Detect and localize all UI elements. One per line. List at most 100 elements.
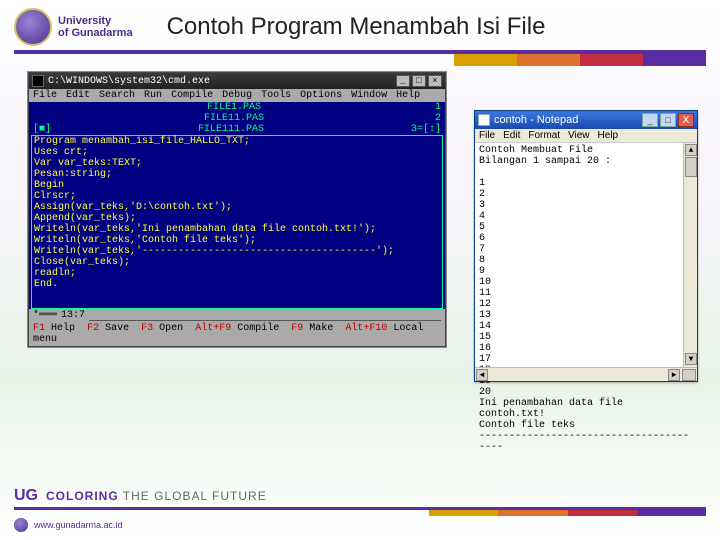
notepad-line: 1 — [479, 178, 693, 189]
footer-seal-icon — [14, 518, 28, 532]
menu-help[interactable]: Help — [396, 90, 420, 101]
menu-debug[interactable]: Debug — [222, 90, 252, 101]
menu-file[interactable]: File — [33, 90, 57, 101]
notepad-line: 13 — [479, 310, 693, 321]
notepad-line: 8 — [479, 255, 693, 266]
code-line: End. — [34, 279, 440, 290]
status-prefix: *═══ — [33, 310, 57, 321]
code-editor[interactable]: Program menambah_isi_file_HALLO_TXT; Use… — [31, 135, 443, 309]
close-button[interactable]: × — [428, 75, 442, 87]
uni-name-line1: University — [58, 15, 133, 27]
menu-search[interactable]: Search — [99, 90, 135, 101]
notepad-menu[interactable]: File Edit Format View Help — [475, 129, 697, 143]
notepad-line: 2 — [479, 189, 693, 200]
notepad-line: 3 — [479, 200, 693, 211]
footer-url: www.gunadarma.ac.id — [34, 520, 123, 530]
code-line: Append(var_teks); — [34, 213, 440, 224]
code-line: readln; — [34, 268, 440, 279]
scroll-thumb[interactable] — [685, 157, 697, 177]
code-line: Writeln(var_teks,'Contoh file teks'); — [34, 235, 440, 246]
np-minimize-button[interactable]: _ — [642, 113, 658, 127]
scroll-down-icon[interactable]: ▼ — [685, 353, 697, 365]
menu-run[interactable]: Run — [144, 90, 162, 101]
cmd-title: C:\WINDOWS\system32\cmd.exe — [48, 76, 394, 87]
notepad-line: 14 — [479, 321, 693, 332]
footer-tag-coloring: COLORING — [46, 489, 119, 503]
code-line: Clrscr; — [34, 191, 440, 202]
scroll-left-icon[interactable]: ◄ — [476, 369, 488, 381]
key-f1[interactable]: F1 — [33, 323, 45, 334]
np-maximize-button[interactable]: □ — [660, 113, 676, 127]
np-menu-view[interactable]: View — [568, 130, 590, 141]
notepad-line: --------------------------------------- — [479, 431, 693, 453]
notepad-body[interactable]: Contoh Membuat FileBilangan 1 sampai 20 … — [475, 143, 697, 381]
code-line: Close(var_teks); — [34, 257, 440, 268]
open-file-1[interactable]: FILE1.PAS — [33, 102, 435, 113]
tp-help-bar: F1 Help F2 Save F3 Open Alt+F9 Compile F… — [29, 322, 445, 346]
notepad-icon — [478, 114, 490, 126]
key-altf10[interactable]: Alt+F10 — [345, 323, 387, 334]
scroll-right-icon[interactable]: ► — [668, 369, 680, 381]
code-line: Assign(var_teks,'D:\contoh.txt'); — [34, 202, 440, 213]
menu-window[interactable]: Window — [351, 90, 387, 101]
np-menu-format[interactable]: Format — [528, 130, 560, 141]
open-file-2[interactable]: FILE11.PAS — [33, 113, 435, 124]
uni-name-line2: of Gunadarma — [58, 27, 133, 39]
notepad-line: 20 — [479, 387, 693, 398]
slide-footer: UG COLORING THE GLOBAL FUTURE www.gunada… — [0, 483, 720, 540]
cmd-icon — [32, 75, 44, 87]
slide-title: Contoh Program Menambah Isi File — [167, 13, 546, 41]
np-close-button[interactable]: X — [678, 113, 694, 127]
logo-seal-icon — [14, 8, 52, 46]
key-altf9[interactable]: Alt+F9 — [195, 323, 231, 334]
notepad-line: 15 — [479, 332, 693, 343]
color-strip — [14, 54, 706, 66]
notepad-window: contoh - Notepad _ □ X File Edit Format … — [474, 110, 698, 382]
horizontal-scrollbar[interactable]: ◄ ► — [475, 367, 697, 381]
menu-tools[interactable]: Tools — [261, 90, 291, 101]
notepad-line: 17 — [479, 354, 693, 365]
key-f2[interactable]: F2 — [87, 323, 99, 334]
content-area: C:\WINDOWS\system32\cmd.exe _ □ × File E… — [0, 66, 720, 490]
np-menu-help[interactable]: Help — [598, 130, 619, 141]
key-f3[interactable]: F3 — [141, 323, 153, 334]
notepad-line: Ini penambahan data file contoh.txt! — [479, 398, 693, 420]
tp-open-files: FILE1.PAS1 FILE11.PAS2 [■]FILE111.PAS3=[… — [29, 102, 445, 135]
notepad-line: 6 — [479, 233, 693, 244]
code-line: Writeln(var_teks,'Ini penambahan data fi… — [34, 224, 440, 235]
open-file-3[interactable]: FILE111.PAS — [51, 124, 411, 135]
notepad-line: 10 — [479, 277, 693, 288]
scroll-up-icon[interactable]: ▲ — [685, 144, 697, 156]
notepad-titlebar[interactable]: contoh - Notepad _ □ X — [475, 111, 697, 129]
cursor-position: 13:7 — [61, 310, 85, 321]
tp-menu[interactable]: File Edit Search Run Compile Debug Tools… — [29, 89, 445, 102]
resize-grip-icon[interactable] — [682, 369, 696, 381]
maximize-button[interactable]: □ — [412, 75, 426, 87]
notepad-line: 4 — [479, 211, 693, 222]
minimize-button[interactable]: _ — [396, 75, 410, 87]
frame-left-corner: [■] — [33, 124, 51, 135]
np-menu-edit[interactable]: Edit — [503, 130, 520, 141]
np-menu-file[interactable]: File — [479, 130, 495, 141]
code-line: Begin — [34, 180, 440, 191]
notepad-line: Bilangan 1 sampai 20 : — [479, 156, 693, 167]
code-line: Var var_teks:TEXT; — [34, 158, 440, 169]
notepad-line: 16 — [479, 343, 693, 354]
vertical-scrollbar[interactable]: ▲ ▼ — [683, 143, 697, 367]
ug-logo: UG — [14, 487, 38, 505]
menu-edit[interactable]: Edit — [66, 90, 90, 101]
key-f9[interactable]: F9 — [291, 323, 303, 334]
university-logo: University of Gunadarma — [14, 8, 133, 46]
notepad-line: 5 — [479, 222, 693, 233]
slide-header: University of Gunadarma Contoh Program M… — [0, 0, 720, 50]
tp-status-bar: *═══ 13:7 — [29, 309, 445, 322]
notepad-line: 12 — [479, 299, 693, 310]
code-line: Writeln(var_teks,'----------------------… — [34, 246, 440, 257]
menu-options[interactable]: Options — [300, 90, 342, 101]
code-line: Pesan:string; — [34, 169, 440, 180]
notepad-line: 9 — [479, 266, 693, 277]
menu-compile[interactable]: Compile — [171, 90, 213, 101]
footer-tag-rest: THE GLOBAL FUTURE — [123, 489, 267, 503]
cmd-titlebar[interactable]: C:\WINDOWS\system32\cmd.exe _ □ × — [29, 73, 445, 89]
notepad-line: Contoh file teks — [479, 420, 693, 431]
